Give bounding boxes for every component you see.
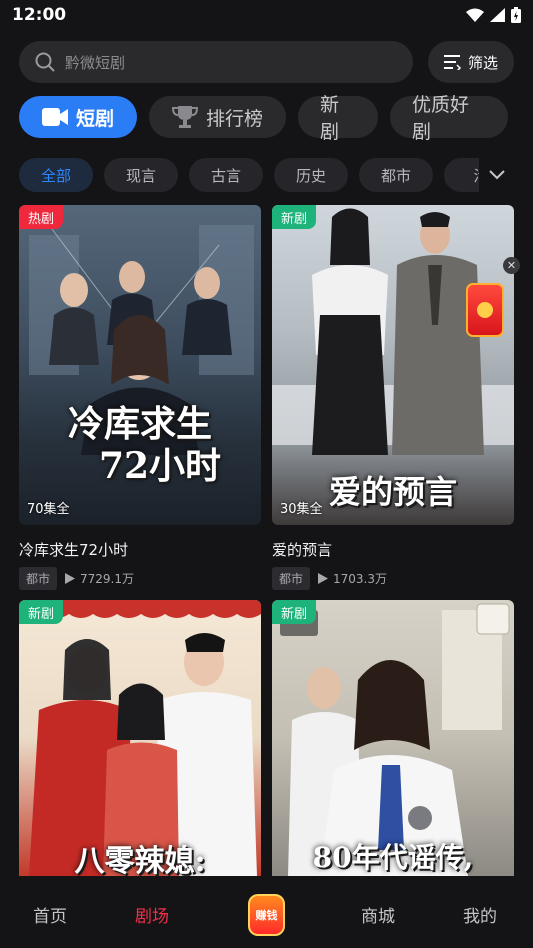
wifi-icon <box>466 8 484 22</box>
drama-poster[interactable]: 80年代谣传, 新剧 <box>272 600 514 876</box>
tab-label: 优质好剧 <box>412 94 470 143</box>
genre-chip-all[interactable]: 全部 <box>19 158 93 192</box>
close-icon[interactable]: ✕ <box>503 257 520 274</box>
drama-poster[interactable]: 爱的预言 新剧 30集全 <box>272 205 514 525</box>
red-packet-button[interactable] <box>466 283 504 337</box>
new-badge: 新剧 <box>272 205 317 229</box>
poster-title-text: 72小时 <box>98 445 222 487</box>
play-icon <box>318 573 329 584</box>
tab-label: 排行榜 <box>205 107 263 130</box>
status-time: 12:00 <box>12 5 67 25</box>
drama-card[interactable]: 80年代谣传, 新剧 <box>272 600 514 876</box>
status-bar: 12:00 <box>0 0 533 30</box>
genre-chip-urban[interactable]: 都市 <box>359 158 433 192</box>
poster-art <box>280 603 510 876</box>
tab-quality-drama[interactable]: 优质好剧 <box>390 94 508 143</box>
search-icon <box>35 52 55 72</box>
episode-count: 30集全 <box>280 502 323 517</box>
drama-card[interactable]: 八零辣媳: 新剧 <box>19 600 261 876</box>
drama-card[interactable]: 冷库求生 72小时 热剧 70集全 冷库求生72小时 都市 7729.1万 <box>19 205 261 590</box>
expand-genres-button[interactable] <box>480 158 514 192</box>
genre-chip-history[interactable]: 历史 <box>274 158 348 192</box>
tab-label: 新剧 <box>320 94 340 143</box>
drama-poster[interactable]: 冷库求生 72小时 热剧 70集全 <box>19 205 261 525</box>
play-count: 7729.1万 <box>65 570 134 587</box>
drama-title[interactable]: 冷库求生72小时 <box>19 539 261 560</box>
tab-new-drama[interactable]: 新剧 <box>298 94 378 143</box>
hot-badge: 热剧 <box>19 205 64 229</box>
poster-title-text: 八零辣媳: <box>74 844 206 876</box>
nav-home[interactable]: 首页 <box>33 902 67 927</box>
drama-card[interactable]: 爱的预言 新剧 30集全 爱的预言 都市 1703.3万 <box>272 205 514 590</box>
new-badge: 新剧 <box>19 600 64 624</box>
drama-poster[interactable]: 八零辣媳: 新剧 <box>19 600 261 876</box>
poster-art <box>19 600 261 876</box>
genre-tag: 都市 <box>19 567 58 590</box>
filter-button[interactable]: 筛选 <box>428 41 514 83</box>
play-count: 1703.3万 <box>318 570 387 587</box>
filter-icon <box>443 55 462 70</box>
nav-theater[interactable]: 剧场 <box>135 902 169 927</box>
filter-label: 筛选 <box>467 53 498 72</box>
drama-meta: 都市 1703.3万 <box>272 567 514 590</box>
earn-button[interactable]: 赚钱 <box>248 894 285 936</box>
play-icon <box>65 573 76 584</box>
category-tabs: 短剧 排行榜 新剧 优质好剧 <box>19 94 508 143</box>
tab-ranking[interactable]: 排行榜 <box>149 96 286 138</box>
genre-chip-ancient-romance[interactable]: 古言 <box>189 158 263 192</box>
tab-short-drama[interactable]: 短剧 <box>19 96 137 138</box>
new-badge: 新剧 <box>272 600 317 624</box>
red-packet-icon <box>477 302 493 318</box>
tab-label: 短剧 <box>75 107 114 130</box>
trophy-icon <box>171 106 198 128</box>
battery-icon <box>511 7 521 23</box>
drama-meta: 都市 7729.1万 <box>19 567 261 590</box>
poster-title-text: 80年代谣传, <box>312 841 474 874</box>
episode-count: 70集全 <box>27 502 70 517</box>
search-placeholder: 黔微短剧 <box>65 53 126 72</box>
search-input[interactable]: 黔微短剧 <box>19 41 413 83</box>
play-count-value: 1703.3万 <box>333 572 388 586</box>
chevron-down-icon <box>489 170 505 180</box>
nav-mall[interactable]: 商城 <box>361 902 395 927</box>
drama-title[interactable]: 爱的预言 <box>272 539 514 560</box>
video-camera-icon <box>41 108 68 126</box>
earn-label: 赚钱 <box>255 909 278 922</box>
genre-tag: 都市 <box>272 567 311 590</box>
nav-mine[interactable]: 我的 <box>463 902 497 927</box>
signal-icon <box>490 8 505 22</box>
status-icons <box>466 7 521 23</box>
genre-chips: 全部 现言 古言 历史 都市 活 <box>19 158 479 192</box>
genre-chip-partial[interactable]: 活 <box>444 158 479 192</box>
play-count-value: 7729.1万 <box>80 572 135 586</box>
genre-chip-modern-romance[interactable]: 现言 <box>104 158 178 192</box>
